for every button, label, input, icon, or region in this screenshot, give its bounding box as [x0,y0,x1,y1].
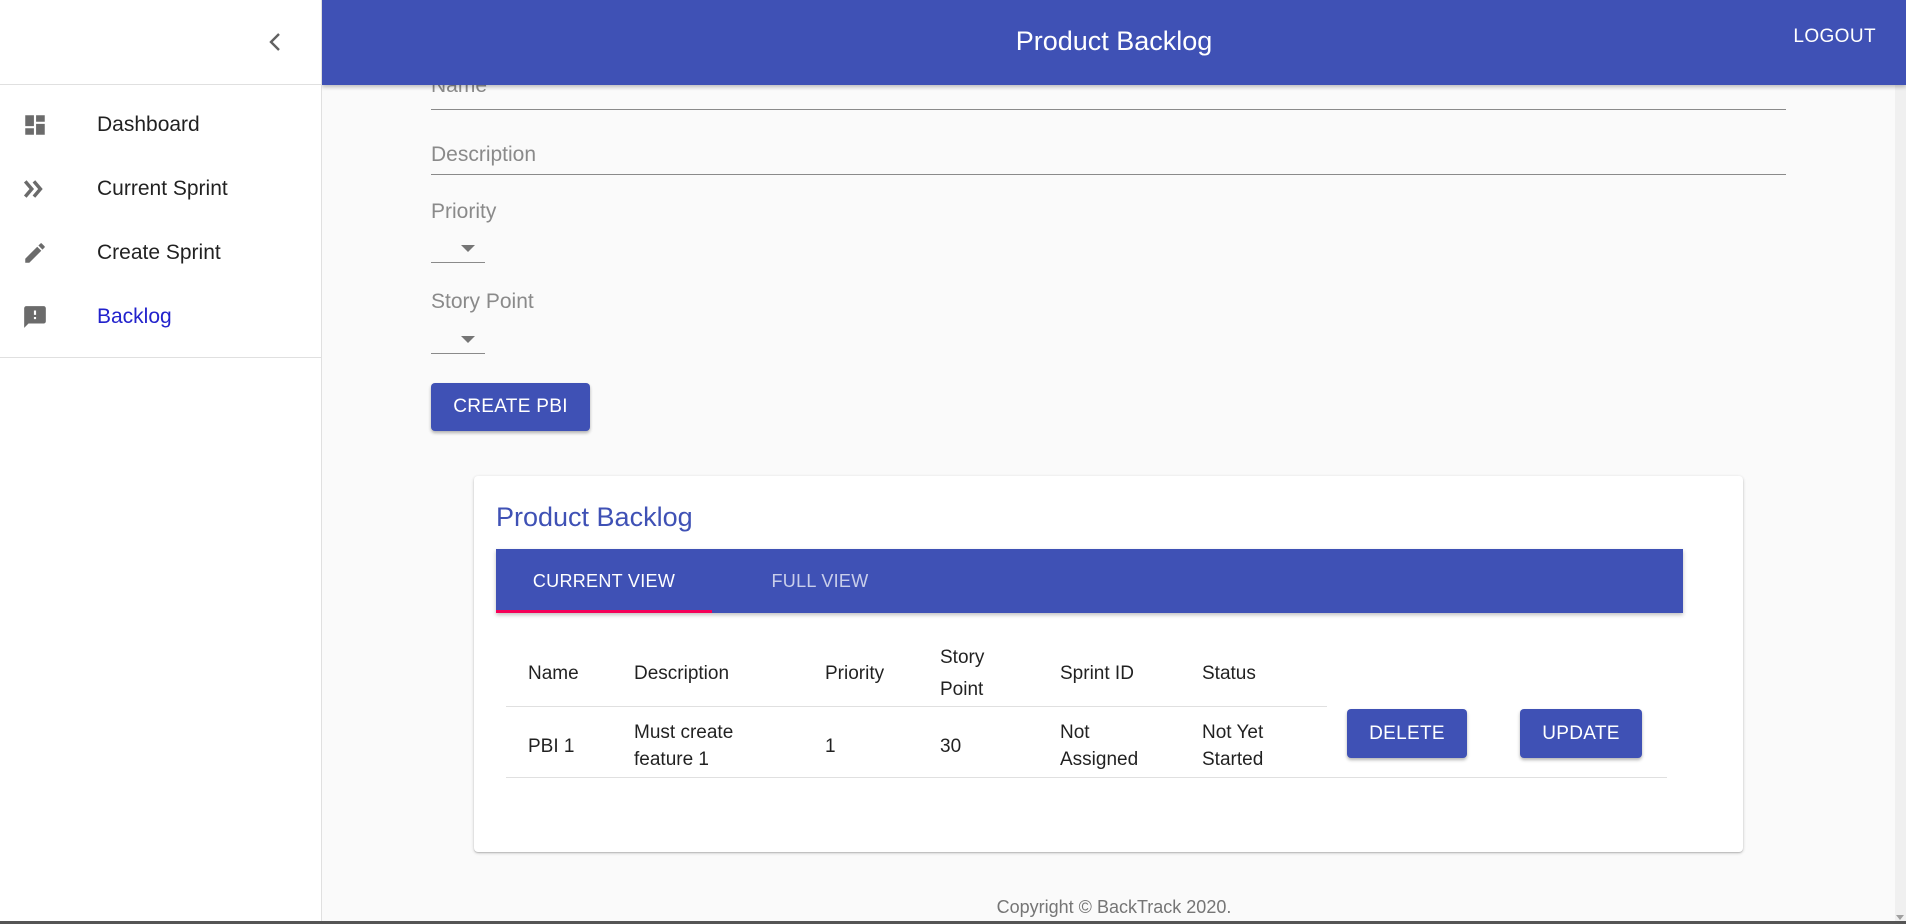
create-pbi-button[interactable]: CREATE PBI [431,383,590,431]
main-content: Name Description Priority Story Point CR… [322,0,1906,924]
cell-story-point: 30 [940,736,962,757]
caret-down-icon [461,245,475,252]
column-header-sprint-id: Sprint ID [1060,663,1134,684]
sidebar-header [0,0,321,85]
sidebar: Dashboard Current Sprint Create Sprint B… [0,0,322,924]
collapse-sidebar-button[interactable] [259,26,291,58]
sidebar-item-dashboard[interactable]: Dashboard [0,93,321,157]
cell-description-line: Must create [634,722,734,743]
delete-button[interactable]: DELETE [1347,709,1467,758]
column-header-story-point-line: Story [940,647,985,668]
cell-status-line: Started [1202,749,1264,770]
column-header-status: Status [1202,663,1256,684]
tab-current-view[interactable]: CURRENT VIEW [496,549,712,613]
sidebar-item-label: Backlog [97,305,172,328]
caret-down-icon [461,336,475,343]
sidebar-item-create-sprint[interactable]: Create Sprint [0,221,321,285]
cell-sprint-id: Not Assigned [1060,719,1138,773]
backlog-card: Product Backlog CURRENT VIEW FULL VIEW N… [474,476,1743,852]
logout-button[interactable]: LOGOUT [1793,26,1876,48]
header-divider [506,706,1327,707]
sidebar-item-current-sprint[interactable]: Current Sprint [0,157,321,221]
cell-description: Must create feature 1 [634,719,733,773]
story-point-label: Story Point [431,290,534,313]
update-button[interactable]: UPDATE [1520,709,1642,758]
double-chevron-right-icon [23,180,43,198]
scroll-down-arrow-icon[interactable] [1896,915,1904,920]
app-bar: Product Backlog LOGOUT [322,0,1906,85]
pencil-icon [25,243,45,263]
sidebar-nav: Dashboard Current Sprint Create Sprint B… [0,85,321,358]
cell-name: PBI 1 [528,736,575,757]
story-point-select[interactable] [431,324,485,354]
row-divider [506,777,1667,778]
cell-status: Not Yet Started [1202,719,1263,773]
tab-bar: CURRENT VIEW FULL VIEW [496,549,1683,613]
cell-priority: 1 [825,736,836,757]
tab-full-view[interactable]: FULL VIEW [712,549,928,613]
priority-select[interactable] [431,233,485,263]
footer-copyright: Copyright © BackTrack 2020. [996,897,1232,917]
tab-indicator [496,610,712,613]
sidebar-item-label: Current Sprint [97,177,228,200]
page-title: Product Backlog [1015,25,1213,56]
column-header-priority: Priority [825,663,885,684]
feedback-icon [24,306,46,328]
sidebar-item-label: Dashboard [97,113,200,136]
cell-status-line: Not Yet [1202,722,1264,743]
sidebar-item-label: Create Sprint [97,241,221,264]
column-header-story-point-line: Point [940,679,984,700]
column-header-story-point: Story Point [940,644,984,703]
column-header-name: Name [528,663,579,684]
priority-label: Priority [431,200,497,223]
description-field[interactable]: Description [431,138,1786,175]
cell-sprint-id-line: Not [1060,722,1090,743]
sidebar-item-backlog[interactable]: Backlog [0,285,321,349]
vertical-scrollbar[interactable] [1895,85,1906,924]
dashboard-icon [25,115,45,135]
column-header-description: Description [634,663,730,684]
cell-sprint-id-line: Assigned [1060,749,1139,770]
backlog-title: Product Backlog [496,502,693,532]
cell-description-line: feature 1 [634,749,709,770]
chevron-left-icon [269,33,280,51]
